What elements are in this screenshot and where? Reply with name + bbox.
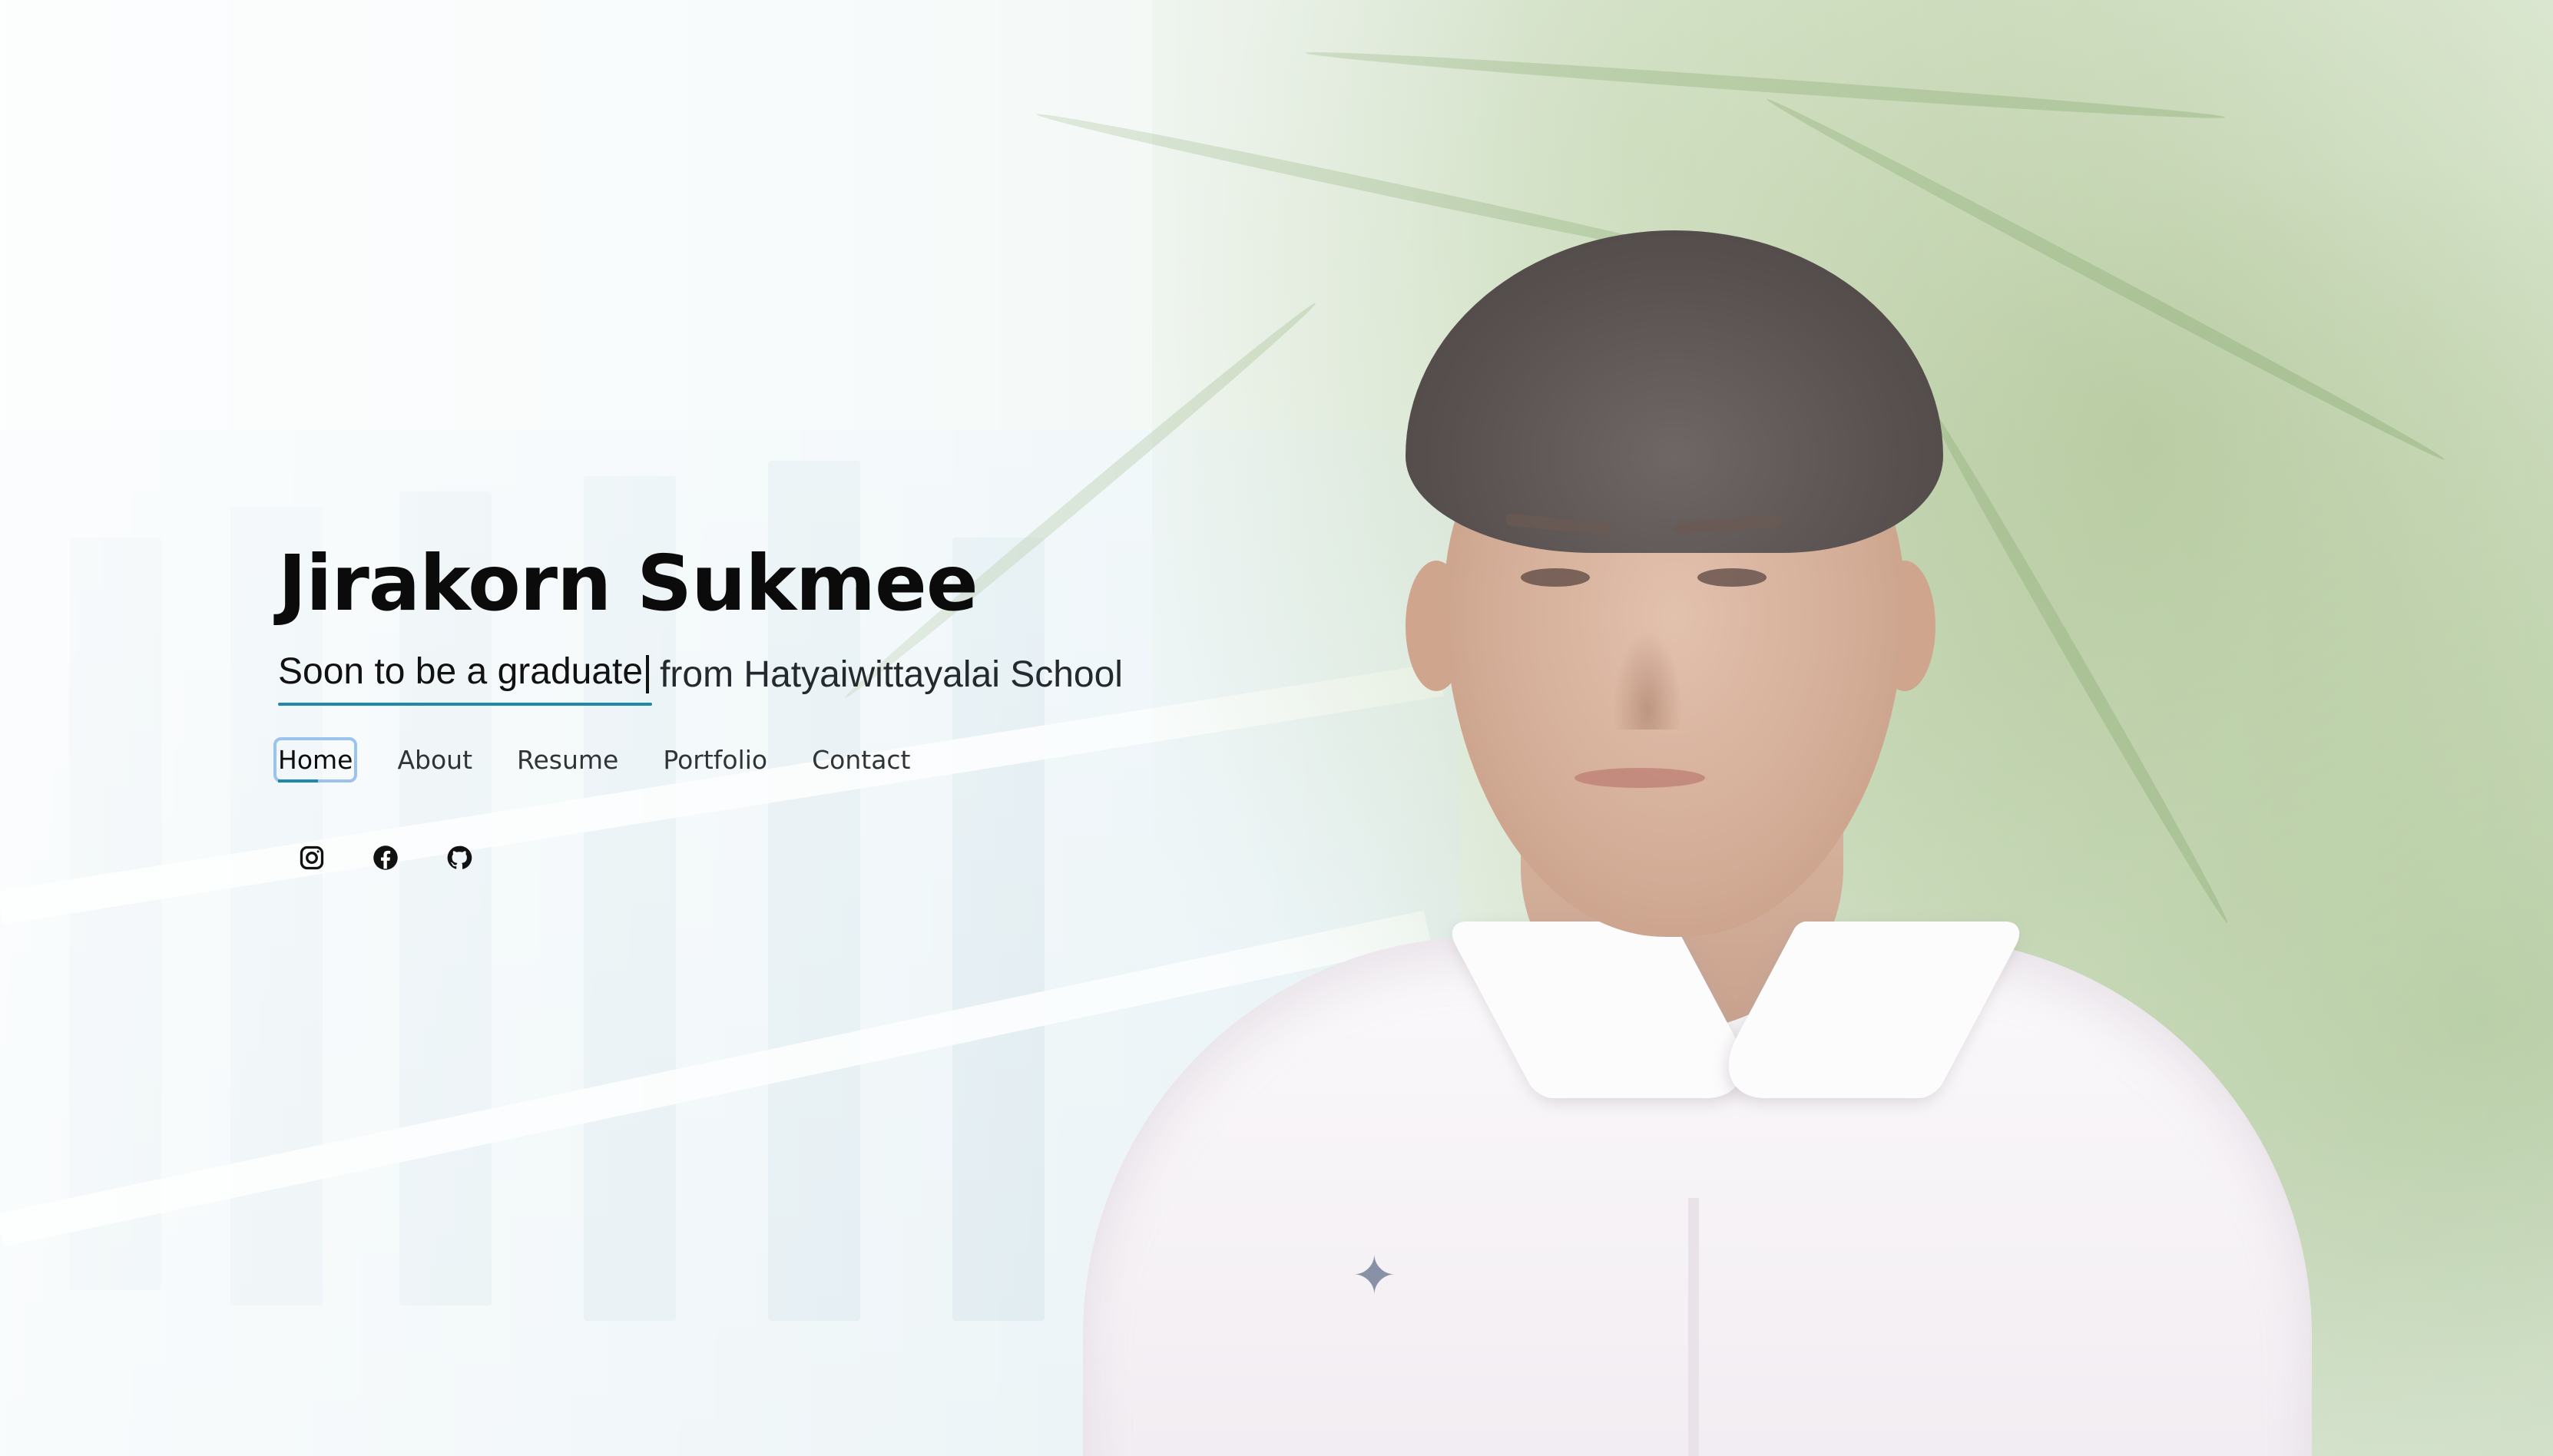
page: ✦ Jirakorn Sukmee Soon to be a graduate … bbox=[0, 0, 2553, 1456]
typing-cursor bbox=[646, 654, 650, 693]
nav-item-about[interactable]: About bbox=[397, 742, 472, 778]
person-hair bbox=[1406, 230, 1943, 553]
main-nav: Home About Resume Portfolio Contact bbox=[273, 737, 1353, 783]
person-shirt-placket bbox=[1688, 1198, 1699, 1456]
hero-name: Jirakorn Sukmee bbox=[278, 538, 978, 628]
facebook-icon[interactable] bbox=[369, 841, 402, 875]
social-links bbox=[278, 841, 1353, 875]
nav-item-resume[interactable]: Resume bbox=[517, 742, 618, 778]
nav-item-contact[interactable]: Contact bbox=[812, 742, 910, 778]
hero-subtitle: Soon to be a graduate from Hatyaiwittaya… bbox=[278, 644, 1353, 706]
person-mouth bbox=[1575, 768, 1705, 788]
hero-section: Jirakorn Sukmee Soon to be a graduate fr… bbox=[273, 530, 1353, 875]
shirt-emblem: ✦ bbox=[1352, 1244, 1397, 1307]
person-nose bbox=[1613, 630, 1682, 730]
github-icon[interactable] bbox=[442, 841, 476, 875]
subtitle-rest: from Hatyaiwittayalai School bbox=[660, 654, 1123, 695]
typed-text: Soon to be a graduate bbox=[278, 651, 644, 693]
typed-text-wrap: Soon to be a graduate bbox=[278, 650, 653, 706]
nav-item-home[interactable]: Home bbox=[273, 737, 358, 783]
person-eye-left bbox=[1521, 568, 1590, 587]
person-eye-right bbox=[1697, 568, 1767, 587]
instagram-icon[interactable] bbox=[295, 841, 329, 875]
nav-item-portfolio[interactable]: Portfolio bbox=[663, 742, 767, 778]
